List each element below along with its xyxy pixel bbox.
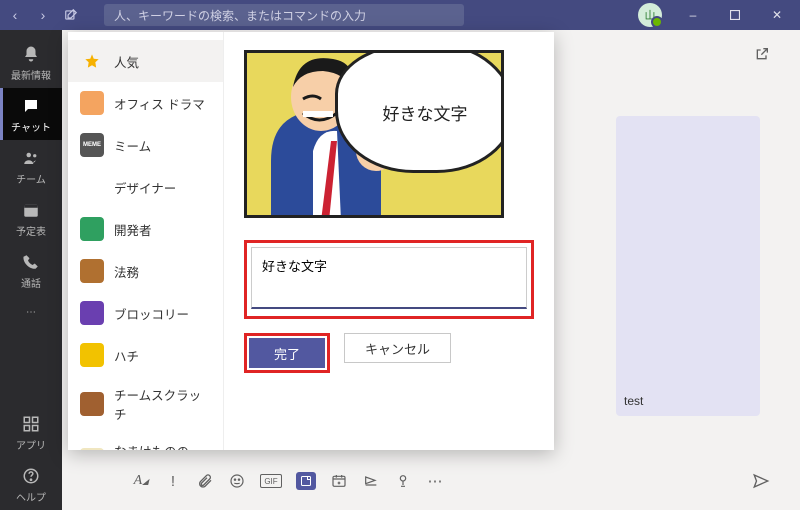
category-item[interactable]: MEME ミーム (68, 124, 223, 166)
bell-icon (20, 43, 42, 65)
composer-toolbar: A◢ ! GIF ⋯ (132, 462, 770, 500)
teams-icon (20, 147, 42, 169)
chat-message-text: test (624, 394, 643, 408)
sticker-editor: 好きな文字 完了 キャンセル (224, 32, 554, 450)
popout-button[interactable] (754, 46, 770, 62)
category-icon (80, 217, 104, 241)
chat-icon (20, 95, 42, 117)
category-label: 法務 (114, 262, 139, 281)
rail-apps[interactable]: アプリ (0, 406, 62, 458)
rail-label: 通話 (21, 275, 41, 290)
done-highlight: 完了 (244, 333, 330, 373)
category-item[interactable]: デザイナー (68, 166, 223, 208)
category-icon: MEME (80, 133, 104, 157)
close-button[interactable]: ✕ (756, 0, 798, 30)
main-area: test 人気オフィス ドラマ MEME ミームデザイナー開発者法務ブロッコリーハチ… (62, 30, 800, 510)
sticker-preview: 好きな文字 (244, 50, 504, 218)
ellipsis-icon: ⋯ (26, 307, 36, 318)
meeting-icon[interactable] (330, 472, 348, 490)
new-message-button[interactable] (58, 2, 84, 28)
search-input[interactable]: 人、キーワードの検索、またはコマンドの入力 (104, 4, 464, 26)
category-label: ブロッコリー (114, 304, 189, 323)
rail-label: 予定表 (16, 223, 46, 238)
category-item[interactable]: 人気 (68, 40, 223, 82)
category-item[interactable]: オフィス ドラマ (68, 82, 223, 124)
category-label: 人気 (114, 52, 139, 71)
help-icon (20, 465, 42, 487)
category-label: デザイナー (114, 178, 176, 197)
apps-icon (20, 413, 42, 435)
rail-label: ヘルプ (16, 489, 46, 504)
nav-forward-button[interactable]: › (30, 2, 56, 28)
rail-label: チャット (11, 119, 51, 134)
category-icon (80, 392, 104, 416)
maximize-icon (730, 10, 740, 20)
sticker-picker: 人気オフィス ドラマ MEME ミームデザイナー開発者法務ブロッコリーハチチームスク… (68, 32, 554, 450)
user-avatar[interactable]: 山 (638, 3, 662, 27)
rail-activity[interactable]: 最新情報 (0, 36, 62, 88)
phone-icon (20, 251, 42, 273)
nav-back-button[interactable]: ‹ (2, 2, 28, 28)
category-item[interactable]: 開発者 (68, 208, 223, 250)
category-label: ミーム (114, 136, 151, 155)
category-item[interactable]: チームスクラッチ (68, 376, 223, 432)
category-icon (80, 49, 104, 73)
maximize-button[interactable] (714, 0, 756, 30)
category-icon (80, 301, 104, 325)
rail-label: アプリ (16, 437, 46, 452)
rail-teams[interactable]: チーム (0, 140, 62, 192)
category-icon (80, 175, 104, 199)
rail-more[interactable]: ⋯ (0, 296, 62, 328)
done-button[interactable]: 完了 (249, 338, 325, 368)
rail-calendar[interactable]: 予定表 (0, 192, 62, 244)
attach-icon[interactable] (196, 472, 214, 490)
chat-message: test (616, 116, 760, 416)
minimize-button[interactable]: – (672, 0, 714, 30)
calendar-icon (20, 199, 42, 221)
stream-icon[interactable] (362, 472, 380, 490)
emoji-icon[interactable] (228, 472, 246, 490)
category-item[interactable]: ハチ (68, 334, 223, 376)
rail-help[interactable]: ヘルプ (0, 458, 62, 510)
category-label: チームスクラッチ (114, 385, 211, 423)
title-bar: ‹ › 人、キーワードの検索、またはコマンドの入力 山 – ✕ (0, 0, 800, 30)
category-item[interactable]: 法務 (68, 250, 223, 292)
category-icon (80, 448, 104, 450)
speech-bubble: 好きな文字 (335, 50, 504, 173)
category-list: 人気オフィス ドラマ MEME ミームデザイナー開発者法務ブロッコリーハチチームスク… (68, 32, 224, 450)
gif-icon[interactable]: GIF (260, 474, 282, 488)
rail-chat[interactable]: チャット (0, 88, 62, 140)
caption-input[interactable] (251, 247, 527, 309)
category-label: オフィス ドラマ (114, 94, 205, 113)
compose-icon (64, 8, 78, 22)
category-item[interactable]: ブロッコリー (68, 292, 223, 334)
category-label: なまけもののバ... (114, 441, 211, 450)
category-icon (80, 259, 104, 283)
praise-icon[interactable] (394, 472, 412, 490)
send-button[interactable] (752, 472, 770, 490)
sticker-icon[interactable] (296, 472, 316, 490)
category-icon (80, 91, 104, 115)
format-icon[interactable]: A◢ (132, 472, 150, 490)
more-icon[interactable]: ⋯ (426, 472, 444, 490)
speech-text: 好きな文字 (383, 100, 468, 125)
rail-label: チーム (16, 171, 46, 186)
priority-icon[interactable]: ! (164, 472, 182, 490)
category-label: ハチ (114, 346, 139, 365)
category-item[interactable]: なまけもののバ... (68, 432, 223, 450)
rail-label: 最新情報 (11, 67, 51, 82)
cancel-button[interactable]: キャンセル (344, 333, 451, 363)
caption-highlight (244, 240, 534, 319)
category-icon (80, 343, 104, 367)
rail-calls[interactable]: 通話 (0, 244, 62, 296)
popout-icon (754, 46, 770, 62)
category-label: 開発者 (114, 220, 152, 239)
app-rail: 最新情報 チャット チーム 予定表 通話 ⋯ (0, 30, 62, 510)
